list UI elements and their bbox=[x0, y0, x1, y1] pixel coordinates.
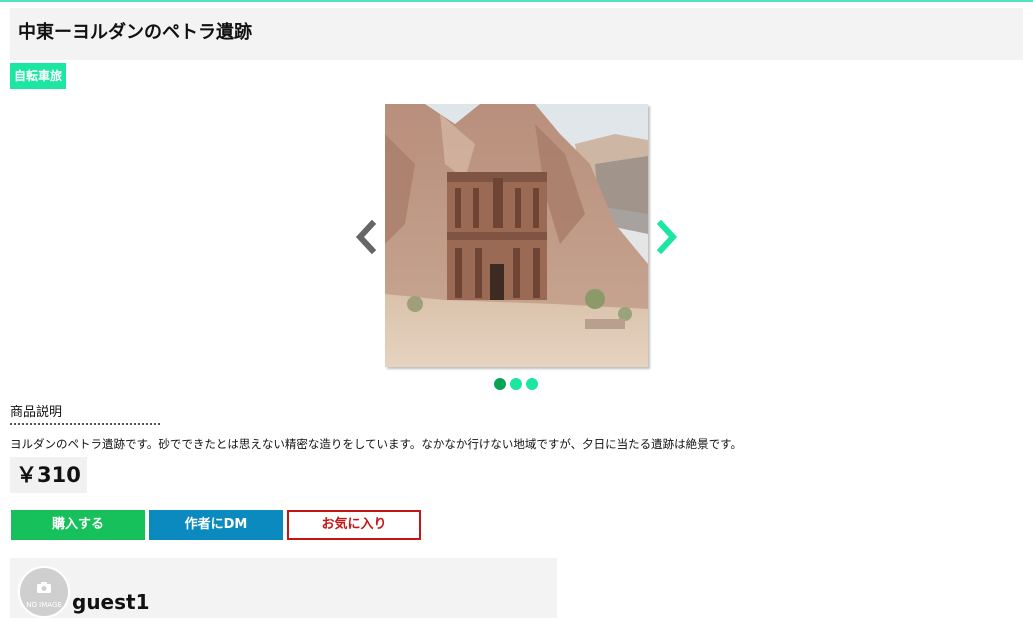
author-card: NO IMAGE guest1 bbox=[10, 558, 557, 618]
carousel-indicators bbox=[494, 378, 538, 390]
description-text: ヨルダンのペトラ遺跡です。砂でできたとは思えない精密な造りをしています。なかなか… bbox=[10, 437, 742, 451]
avatar[interactable]: NO IMAGE bbox=[18, 566, 70, 618]
carousel-dot-1[interactable] bbox=[494, 378, 506, 390]
description-label: 商品説明 bbox=[10, 404, 160, 425]
carousel-next-button[interactable] bbox=[655, 219, 679, 255]
product-image bbox=[385, 104, 648, 367]
dm-author-button[interactable]: 作者にDM bbox=[149, 510, 283, 540]
author-name[interactable]: guest1 bbox=[72, 590, 150, 614]
petra-photo bbox=[385, 104, 648, 367]
carousel-dot-2[interactable] bbox=[510, 378, 522, 390]
camera-icon bbox=[37, 582, 51, 593]
carousel-prev-button[interactable] bbox=[354, 219, 378, 255]
page-title: 中東ーヨルダンのペトラ遺跡 bbox=[18, 22, 252, 43]
chevron-left-icon bbox=[355, 219, 377, 255]
chevron-right-icon bbox=[656, 219, 678, 255]
category-tag[interactable]: 自転車旅 bbox=[10, 63, 67, 89]
carousel-dot-3[interactable] bbox=[526, 378, 538, 390]
avatar-placeholder-text: NO IMAGE bbox=[26, 601, 62, 609]
buy-button[interactable]: 購入する bbox=[11, 510, 145, 540]
price: ￥310 bbox=[10, 457, 87, 493]
title-bar: 中東ーヨルダンのペトラ遺跡 bbox=[10, 8, 1023, 60]
favorite-button[interactable]: お気に入り bbox=[287, 510, 421, 540]
